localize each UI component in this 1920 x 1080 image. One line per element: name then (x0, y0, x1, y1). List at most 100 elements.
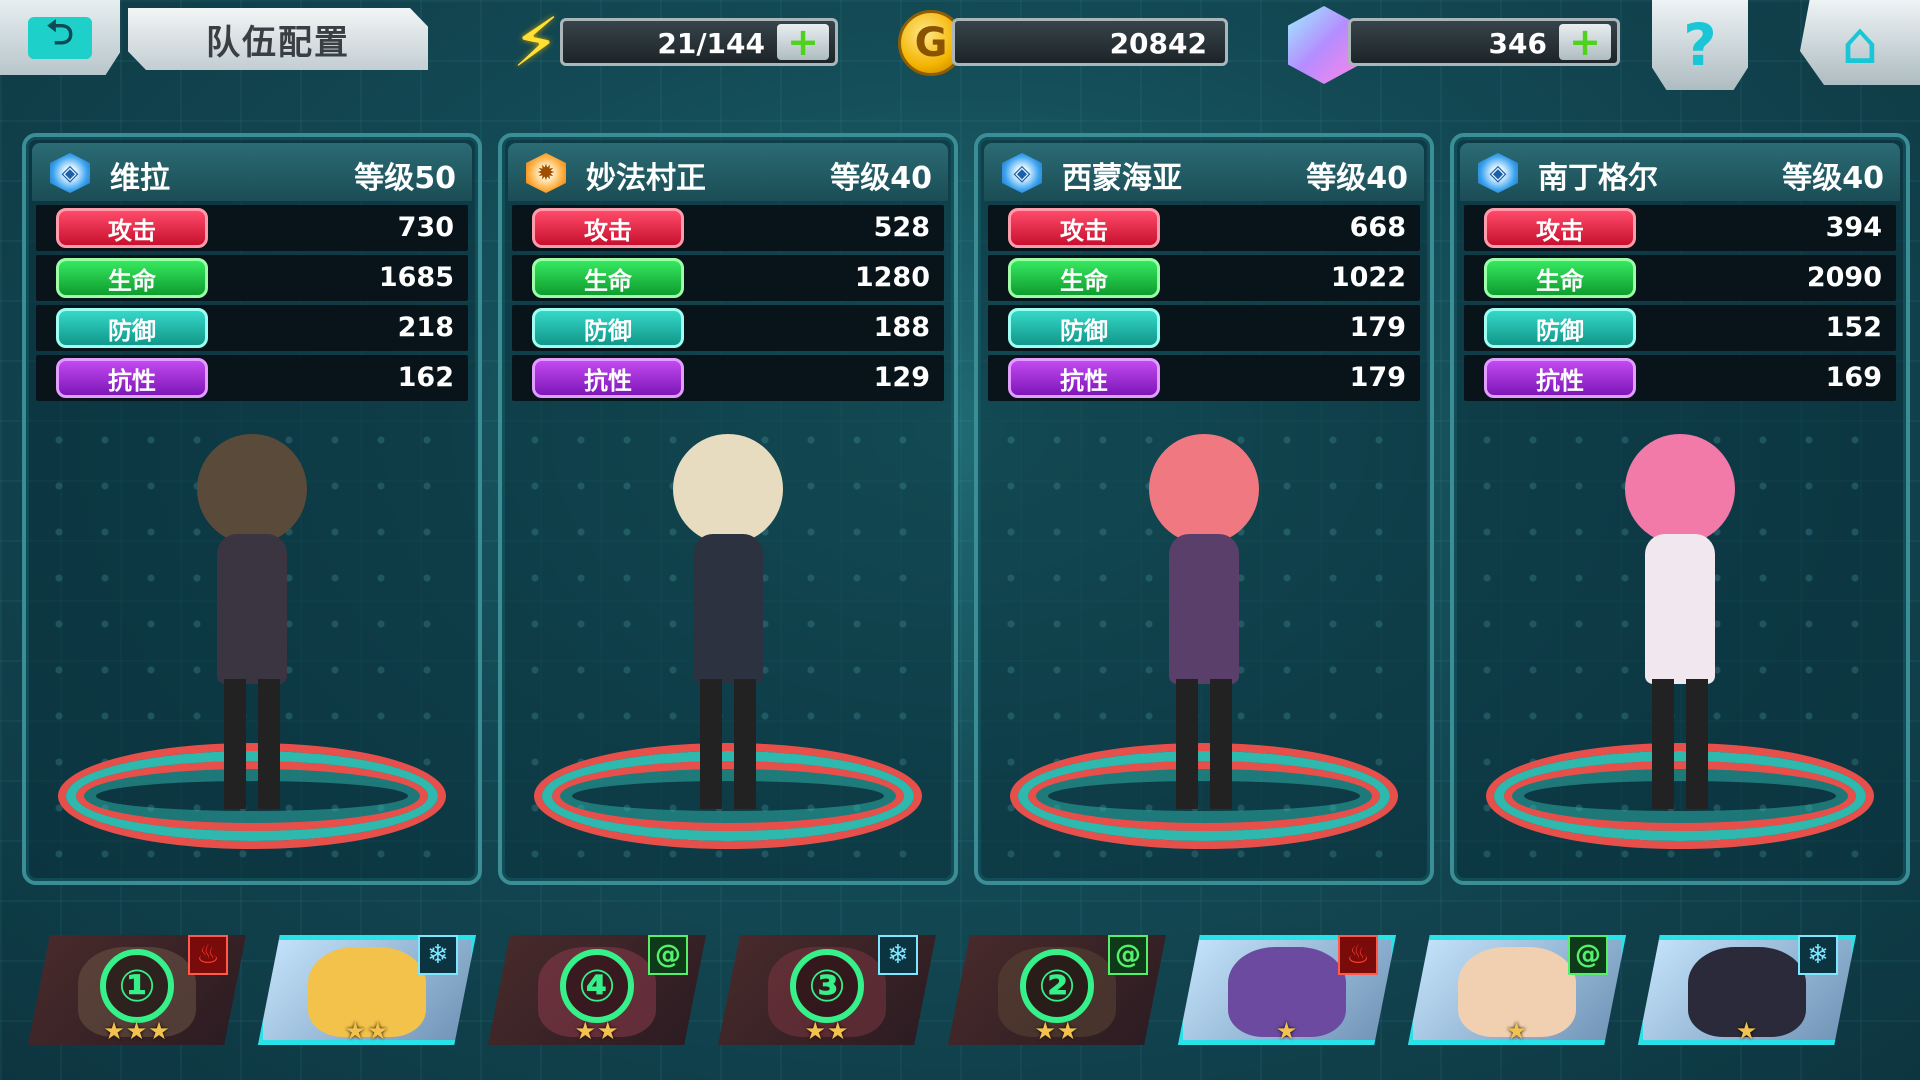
stat-value-def: 179 (1349, 312, 1406, 343)
stat-label-atk: 攻击 (532, 208, 684, 248)
character-level: 等级40 (1782, 161, 1884, 196)
stat-row-res: 抗性 129 (512, 355, 944, 401)
stat-row-hp: 生命 1685 (36, 255, 468, 301)
gold-value: 20842 (1109, 27, 1207, 60)
top-bar: ⮌ 队伍配置 ⚡ 21/144 + G 20842 346 + ? ⌂ (0, 0, 1920, 95)
stat-row-def: 防御 188 (512, 305, 944, 351)
water-element-icon: ◈ (1478, 153, 1518, 193)
stats-panel: 攻击 730 生命 1685 防御 218 抗性 162 (36, 205, 468, 405)
character-card[interactable]: ✹ 妙法村正 等级40 攻击 528 生命 1280 防御 188 抗性 129 (498, 133, 958, 885)
water-element-icon: ◈ (50, 153, 90, 193)
page-title: 队伍配置 (206, 22, 350, 63)
page-title-plate: 队伍配置 (128, 8, 428, 70)
character-head (1625, 434, 1735, 544)
stat-value-res: 162 (397, 362, 454, 393)
fire-element-icon: ♨ (188, 935, 228, 975)
character-sprite[interactable] (638, 434, 818, 814)
stat-value-hp: 1685 (378, 262, 454, 293)
character-sprite[interactable] (1590, 434, 1770, 814)
stat-row-def: 防御 179 (988, 305, 1420, 351)
back-button[interactable]: ⮌ (0, 0, 120, 75)
stat-value-res: 169 (1825, 362, 1882, 393)
energy-bar: 21/144 + (560, 18, 838, 66)
star-rating: ★★★ (103, 1017, 171, 1045)
stat-row-def: 防御 218 (36, 305, 468, 351)
character-card[interactable]: ◈ 南丁格尔 等级40 攻击 394 生命 2090 防御 152 抗性 169 (1450, 133, 1910, 885)
stat-value-hp: 1022 (1330, 262, 1406, 293)
card-header: ◈ 西蒙海亚 等级40 (984, 143, 1424, 201)
roster-slot[interactable]: ② @ ★★ (948, 935, 1166, 1045)
character-level: 等级40 (1306, 161, 1408, 196)
question-mark-icon: ? (1683, 11, 1717, 79)
stat-value-def: 188 (873, 312, 930, 343)
stat-value-res: 129 (873, 362, 930, 393)
roster-slot[interactable]: ③ ❄ ★★ (718, 935, 936, 1045)
stat-value-atk: 668 (1349, 212, 1406, 243)
stat-label-def: 防御 (1008, 308, 1160, 348)
roster-slot[interactable]: ① ♨ ★★★ (28, 935, 246, 1045)
stat-label-def: 防御 (1484, 308, 1636, 348)
stat-label-res: 抗性 (1008, 358, 1160, 398)
stat-label-hp: 生命 (56, 258, 208, 298)
character-stage (988, 417, 1420, 869)
character-head (197, 434, 307, 544)
lightning-bolt-icon: ⚡ (512, 3, 560, 83)
stat-value-def: 218 (397, 312, 454, 343)
character-sprite[interactable] (1114, 434, 1294, 814)
character-name: 南丁格尔 (1538, 161, 1658, 196)
home-button[interactable]: ⌂ (1800, 0, 1920, 85)
stats-panel: 攻击 668 生命 1022 防御 179 抗性 179 (988, 205, 1420, 405)
character-legs (1652, 679, 1708, 809)
wind-element-icon: @ (648, 935, 688, 975)
character-body (217, 534, 287, 684)
stat-row-hp: 生命 1280 (512, 255, 944, 301)
character-body (1169, 534, 1239, 684)
stat-value-hp: 1280 (854, 262, 930, 293)
team-position-badge: ③ (790, 949, 864, 1023)
stat-value-def: 152 (1825, 312, 1882, 343)
character-body (693, 534, 763, 684)
character-card[interactable]: ◈ 维拉 等级50 攻击 730 生命 1685 防御 218 抗性 162 (22, 133, 482, 885)
plus-icon: + (787, 20, 819, 64)
stat-row-def: 防御 152 (1464, 305, 1896, 351)
card-header: ◈ 南丁格尔 等级40 (1460, 143, 1900, 201)
stat-row-atk: 攻击 730 (36, 205, 468, 251)
roster-slot[interactable]: ❄ ★★ (258, 935, 476, 1045)
stat-row-res: 抗性 169 (1464, 355, 1896, 401)
character-card[interactable]: ◈ 西蒙海亚 等级40 攻击 668 生命 1022 防御 179 抗性 179 (974, 133, 1434, 885)
card-header: ◈ 维拉 等级50 (32, 143, 472, 201)
home-icon: ⌂ (1841, 8, 1879, 77)
gold-bar: 20842 (952, 18, 1228, 66)
stat-label-def: 防御 (56, 308, 208, 348)
star-rating: ★ (1505, 1017, 1529, 1045)
add-gems-button[interactable]: + (1559, 23, 1611, 61)
add-energy-button[interactable]: + (777, 20, 829, 64)
roster-slot[interactable]: ♨ ★ (1178, 935, 1396, 1045)
stat-row-hp: 生命 2090 (1464, 255, 1896, 301)
stat-label-def: 防御 (532, 308, 684, 348)
roster-slot[interactable]: ④ @ ★★ (488, 935, 706, 1045)
roster-slot[interactable]: @ ★ (1408, 935, 1626, 1045)
ice-element-icon: ❄ (1798, 935, 1838, 975)
character-stage (1464, 417, 1896, 869)
character-head (673, 434, 783, 544)
character-name: 妙法村正 (586, 161, 706, 196)
character-name: 西蒙海亚 (1062, 161, 1182, 196)
stats-panel: 攻击 528 生命 1280 防御 188 抗性 129 (512, 205, 944, 405)
stat-label-res: 抗性 (532, 358, 684, 398)
star-rating: ★★ (804, 1017, 850, 1045)
help-button[interactable]: ? (1652, 0, 1748, 90)
character-level: 等级40 (830, 161, 932, 196)
star-rating: ★★ (1034, 1017, 1080, 1045)
stat-value-atk: 528 (873, 212, 930, 243)
stat-value-atk: 730 (397, 212, 454, 243)
ice-element-icon: ❄ (418, 935, 458, 975)
character-sprite[interactable] (162, 434, 342, 814)
roster-slot[interactable]: ❄ ★ (1638, 935, 1856, 1045)
stat-label-hp: 生命 (1484, 258, 1636, 298)
character-body (1645, 534, 1715, 684)
character-head (1149, 434, 1259, 544)
water-element-icon: ◈ (1002, 153, 1042, 193)
stat-label-atk: 攻击 (56, 208, 208, 248)
fire-element-icon: ✹ (526, 153, 566, 193)
